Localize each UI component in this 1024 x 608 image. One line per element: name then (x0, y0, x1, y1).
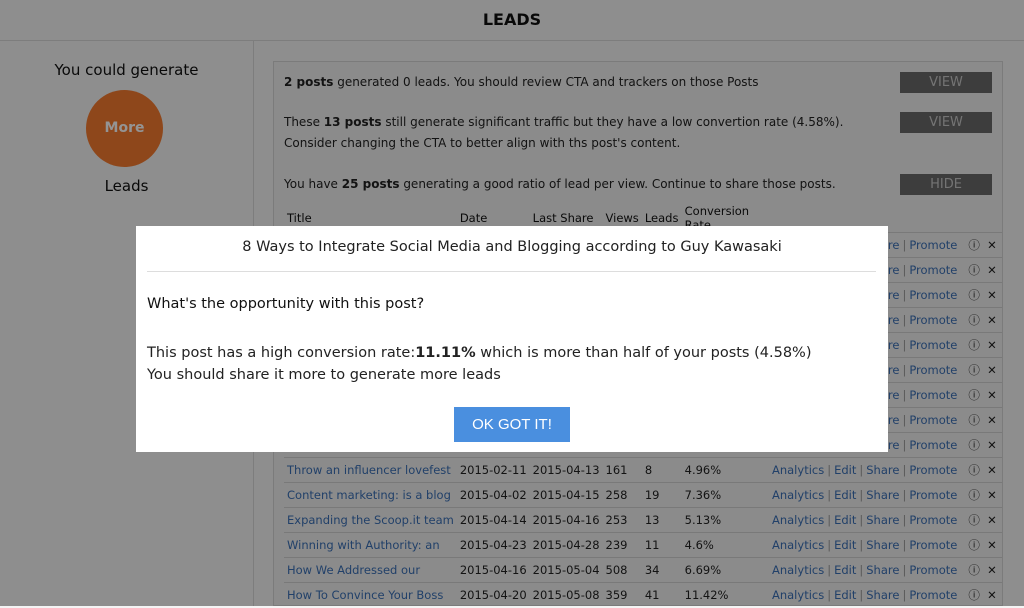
modal-title: 8 Ways to Integrate Social Media and Blo… (242, 239, 782, 255)
ok-got-it-button[interactable]: OK GOT IT! (454, 407, 570, 442)
modal-text: This post has a high conversion rate:11.… (147, 342, 811, 386)
modal-text-pre: This post has a high conversion rate: (147, 345, 416, 361)
modal-divider (147, 271, 876, 272)
modal-conversion-rate: 11.11% (415, 345, 476, 361)
opportunity-modal: 8 Ways to Integrate Social Media and Blo… (136, 226, 888, 452)
modal-text-line2: You should share it more to generate mor… (147, 367, 501, 383)
modal-text-post: which is more than half of your posts (4… (475, 345, 812, 361)
modal-question: What's the opportunity with this post? (147, 296, 425, 312)
